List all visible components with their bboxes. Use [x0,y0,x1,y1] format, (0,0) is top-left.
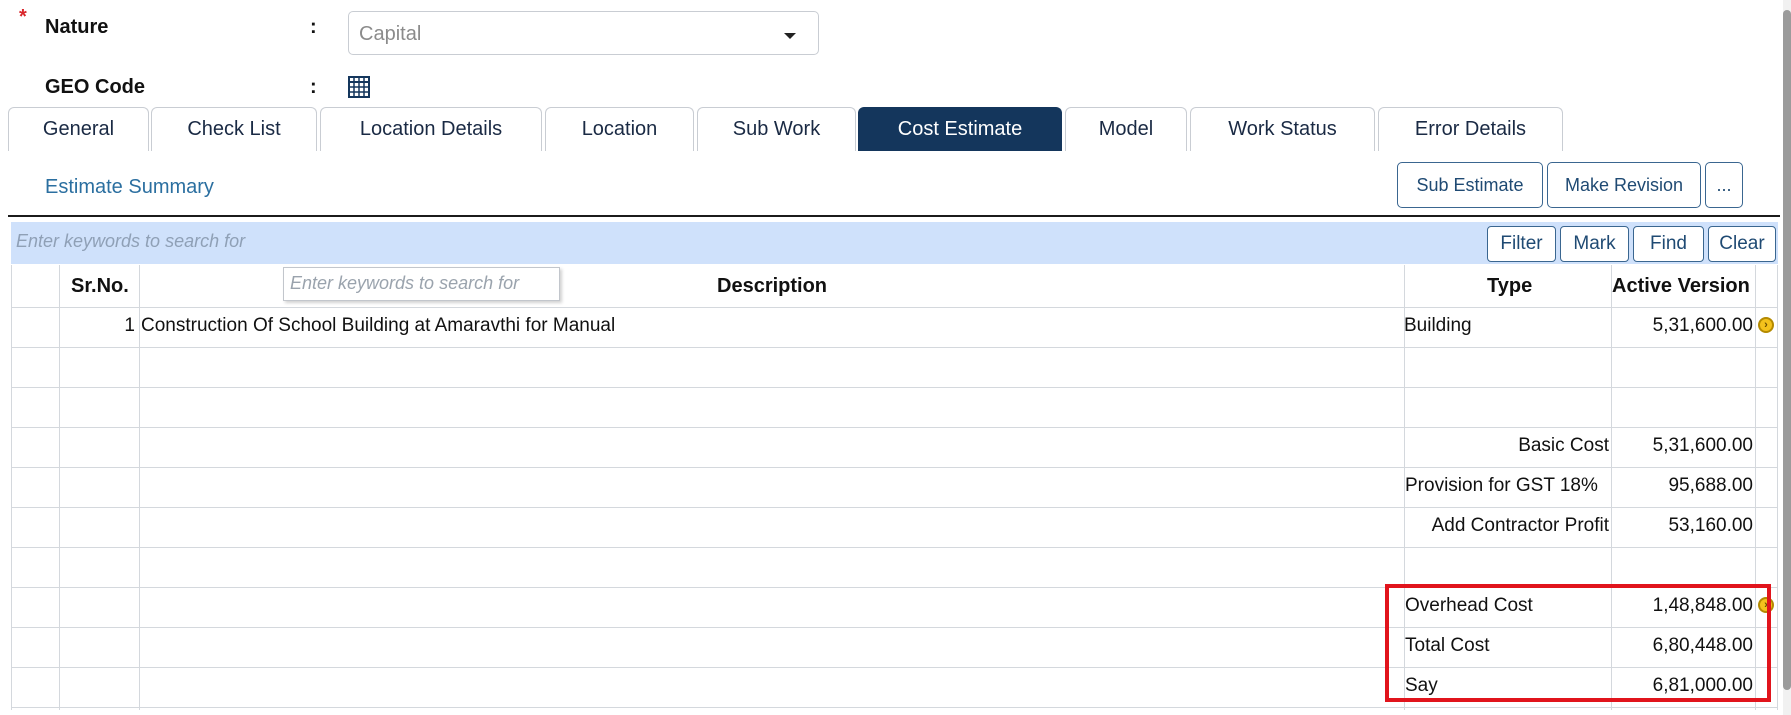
sub-estimate-button[interactable]: Sub Estimate [1397,162,1543,208]
tab-sub-work[interactable]: Sub Work [697,107,856,151]
tab-cost-estimate[interactable]: Cost Estimate [858,107,1062,151]
clear-button[interactable]: Clear [1708,226,1776,262]
grid-row-line [11,307,1778,308]
nature-select[interactable]: Capital [348,11,819,55]
grid-row-line [11,507,1778,508]
grid-icon[interactable] [348,76,370,98]
tab-location[interactable]: Location [545,107,694,151]
header-active-version[interactable]: Active Version [1612,275,1750,298]
nature-label: Nature [45,16,109,38]
basic-cost-label: Basic Cost [1518,435,1609,456]
scrollbar-thumb[interactable] [1783,10,1791,690]
header-type[interactable]: Type [1487,275,1532,298]
contractor-profit-label: Add Contractor Profit [1431,515,1609,536]
tab-model[interactable]: Model [1065,107,1187,151]
header-srno[interactable]: Sr.No. [71,275,129,298]
row1-type: Building [1404,315,1472,336]
gst-label: Provision for GST 18% [1405,475,1598,496]
grid-row-line [11,427,1778,428]
row1-description: Construction Of School Building at Amara… [141,315,616,336]
tab-location-details[interactable]: Location Details [320,107,542,151]
header-description[interactable]: Description [717,275,827,298]
arrow-right-circle-icon[interactable]: › [1758,317,1774,333]
nature-select-value: Capital [359,23,422,45]
gst-value: 95,688.00 [1668,475,1753,496]
grid-row-line [11,347,1778,348]
grid-col-line [1777,265,1778,710]
find-button[interactable]: Find [1633,226,1704,262]
grid-col-line [139,265,140,710]
caret-down-icon [784,33,796,39]
tab-general[interactable]: General [8,107,149,151]
grid-row-line [11,467,1778,468]
grid-row-line [11,547,1778,548]
highlight-box [1385,584,1771,702]
grid-row-line [11,707,1778,708]
geo-code-colon: : [310,76,317,98]
tab-error-details[interactable]: Error Details [1378,107,1563,151]
mark-button[interactable]: Mark [1560,226,1629,262]
make-revision-button[interactable]: Make Revision [1547,162,1701,208]
more-actions-button[interactable]: ... [1705,162,1743,208]
tab-work-status[interactable]: Work Status [1190,107,1375,151]
required-mark: * [19,6,27,28]
row1-srno: 1 [124,315,135,336]
basic-cost-value: 5,31,600.00 [1652,435,1753,456]
filter-button[interactable]: Filter [1487,226,1556,262]
contractor-profit-value: 53,160.00 [1668,515,1753,536]
column-search-placeholder: Enter keywords to search for [290,273,520,293]
nature-colon: : [310,16,317,38]
tab-check-list[interactable]: Check List [151,107,317,151]
estimate-summary-link[interactable]: Estimate Summary [45,176,214,199]
column-search-input[interactable]: Enter keywords to search for [283,267,560,301]
grid-col-line [11,265,12,710]
grid-search-placeholder: Enter keywords to search for [16,231,246,251]
row1-amount: 5,31,600.00 [1652,315,1753,336]
grid-row-line [11,387,1778,388]
geo-code-label: GEO Code [45,76,146,98]
section-divider [8,215,1780,217]
